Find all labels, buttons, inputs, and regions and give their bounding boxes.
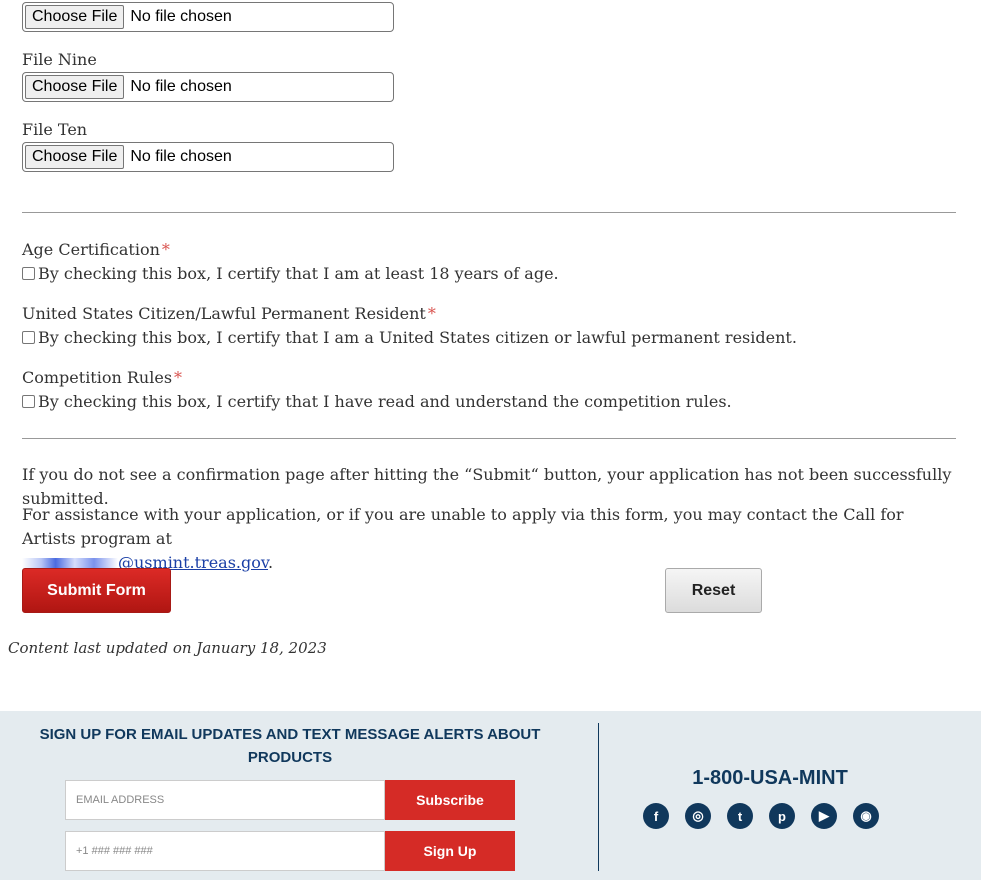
age-certification-checkbox[interactable] [22, 267, 35, 280]
phone-number: 1-800-USA-MINT [692, 767, 848, 789]
choose-file-button[interactable]: Choose File [25, 5, 125, 29]
rules-certification-text: By checking this box, I certify that I h… [38, 392, 732, 411]
reset-button[interactable]: Reset [665, 568, 762, 613]
file-status: No file chosen [130, 78, 232, 95]
file-ten-label: File Ten [22, 120, 88, 139]
rules-certification-label: Competition Rules * [22, 368, 183, 387]
rss-icon[interactable]: ◉ [853, 803, 879, 829]
pinterest-icon[interactable]: p [769, 803, 795, 829]
age-certification-label: Age Certification * [22, 240, 170, 259]
citizen-certification-text: By checking this box, I certify that I a… [38, 328, 797, 347]
choose-file-button[interactable]: Choose File [25, 75, 125, 99]
file-input-nine[interactable]: Choose File No file chosen [22, 72, 394, 102]
age-certification-row: By checking this box, I certify that I a… [22, 264, 559, 283]
citizen-certification-label: United States Citizen/Lawful Permanent R… [22, 304, 436, 323]
required-marker: * [174, 368, 183, 387]
assistance-paragraph: For assistance with your application, or… [22, 505, 904, 572]
age-certification-text: By checking this box, I certify that I a… [38, 264, 559, 283]
citizen-certification-row: By checking this box, I certify that I a… [22, 328, 797, 347]
youtube-icon[interactable]: ▶ [811, 803, 837, 829]
phone-field[interactable]: +1 ### ### ### [65, 831, 385, 871]
required-marker: * [427, 304, 436, 323]
file-nine-label: File Nine [22, 50, 97, 69]
file-input-eight[interactable]: Choose File No file chosen [22, 2, 394, 32]
email-field[interactable]: EMAIL ADDRESS [65, 780, 385, 820]
signup-title: SIGN UP FOR EMAIL UPDATES AND TEXT MESSA… [39, 726, 541, 766]
file-status: No file chosen [130, 8, 232, 25]
citizen-certification-checkbox[interactable] [22, 331, 35, 344]
last-updated-text: Content last updated on January 18, 2023 [8, 639, 327, 657]
file-status: No file chosen [130, 148, 232, 165]
required-marker: * [161, 240, 170, 259]
subscribe-button[interactable]: Subscribe [385, 780, 515, 820]
footer-divider [598, 723, 599, 871]
section-divider [22, 438, 956, 439]
submit-form-button[interactable]: Submit Form [22, 568, 171, 613]
footer: SIGN UP FOR EMAIL UPDATES AND TEXT MESSA… [0, 711, 981, 880]
twitter-icon[interactable]: t [727, 803, 753, 829]
rules-certification-checkbox[interactable] [22, 395, 35, 408]
rules-certification-row: By checking this box, I certify that I h… [22, 392, 732, 411]
file-input-ten[interactable]: Choose File No file chosen [22, 142, 394, 172]
facebook-icon[interactable]: f [643, 803, 669, 829]
instagram-icon[interactable]: ◎ [685, 803, 711, 829]
sign-up-button[interactable]: Sign Up [385, 831, 515, 871]
section-divider [22, 212, 956, 213]
choose-file-button[interactable]: Choose File [25, 145, 125, 169]
